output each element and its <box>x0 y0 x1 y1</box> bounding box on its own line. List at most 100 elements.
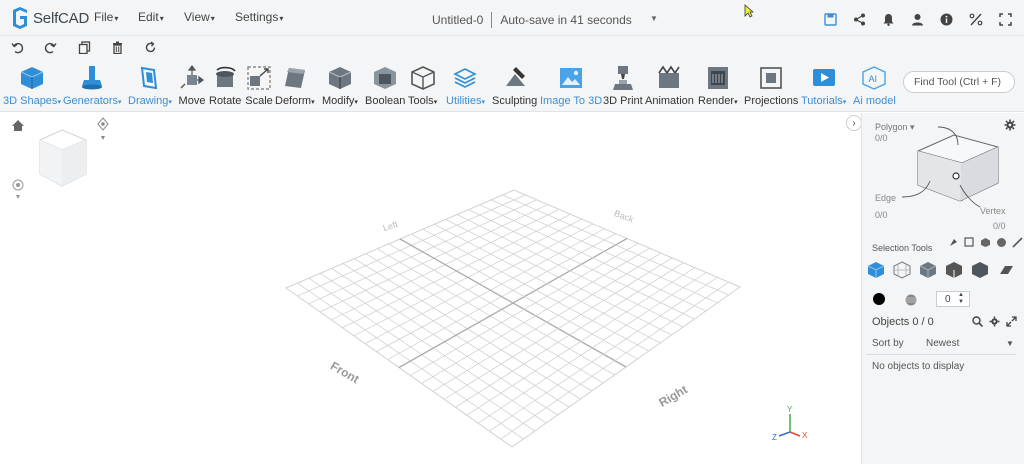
undo-icon[interactable] <box>9 39 25 55</box>
tool-scale-label: Scale <box>245 95 273 107</box>
tool-render-label: Render▾ <box>698 95 738 107</box>
camera-orbit-icon[interactable] <box>97 117 109 140</box>
selection-mode-cube[interactable] <box>898 125 1008 215</box>
title-divider <box>491 12 493 28</box>
tool-modify[interactable]: Modify▾ <box>322 64 358 110</box>
stepper-input[interactable]: 0 <box>936 291 970 307</box>
magic-select-icon[interactable] <box>1012 237 1023 248</box>
box-select-icon[interactable] <box>964 237 975 248</box>
color-dot[interactable] <box>873 293 885 305</box>
sphere-select-icon[interactable] <box>996 237 1007 248</box>
tool-generators[interactable]: Generators▾ <box>63 64 122 110</box>
grid-border <box>284 189 742 448</box>
vertex-select-icon[interactable] <box>971 261 989 279</box>
rotate-icon <box>216 66 236 87</box>
tool-tools[interactable]: Tools▾ <box>408 64 437 110</box>
mouse-cursor-icon <box>744 4 755 23</box>
search-icon[interactable] <box>972 316 983 327</box>
tool-3d-shapes[interactable]: 3D Shapes▾ <box>3 64 61 110</box>
tool-drawing-label: Drawing▾ <box>128 95 172 107</box>
autosave-dropdown-icon[interactable]: ▼ <box>650 14 658 23</box>
copy-icon[interactable] <box>76 39 92 55</box>
home-icon[interactable] <box>12 120 24 131</box>
stepper-arrows-icon[interactable]: ▲ ▼ <box>958 292 964 306</box>
paint-select-icon[interactable] <box>948 237 959 248</box>
sort-select[interactable]: Newest <box>926 338 959 349</box>
view-cube[interactable] <box>39 129 87 187</box>
chevron-down-icon: ▾ <box>159 14 164 23</box>
object-select-icon[interactable] <box>867 261 885 279</box>
menu-view-label: View <box>184 10 210 24</box>
material-sphere-icon[interactable] <box>905 293 917 311</box>
grid-label-right: Right <box>656 382 690 409</box>
tool-3d-print-label: 3D Print <box>603 95 643 107</box>
tool-sculpting[interactable]: Sculpting <box>492 64 537 110</box>
app-logo[interactable]: SelfCAD <box>10 7 89 29</box>
svg-text:AI: AI <box>869 74 878 84</box>
refresh-icon[interactable] <box>142 39 158 55</box>
image-icon <box>560 68 583 88</box>
tool-rotate[interactable]: Rotate <box>209 64 241 110</box>
tool-animation[interactable]: Animation <box>645 64 694 110</box>
menu-file[interactable]: File▾ <box>94 10 118 24</box>
empty-objects-text: No objects to display <box>872 361 965 372</box>
3d-viewport[interactable]: Left Back Front Right Y X Z <box>0 113 861 464</box>
tool-scale[interactable]: Scale <box>245 64 273 110</box>
redo-icon[interactable] <box>42 39 58 55</box>
tool-modify-label: Modify▾ <box>322 95 358 107</box>
fullscreen-icon[interactable] <box>997 11 1013 27</box>
find-tool-input[interactable]: Find Tool (Ctrl + F) <box>903 71 1015 93</box>
percent-icon[interactable] <box>968 11 984 27</box>
tool-drawing[interactable]: Drawing▾ <box>128 64 172 110</box>
edge-select-icon[interactable] <box>945 261 963 279</box>
tool-utilities-label: Utilities▾ <box>446 95 485 107</box>
gear-icon[interactable] <box>989 316 1000 327</box>
lasso-select-icon[interactable] <box>980 237 991 248</box>
tool-image-to-3d-label: Image To 3D <box>540 95 603 107</box>
objects-count: Objects 0 / 0 <box>872 316 934 328</box>
video-icon <box>812 69 835 86</box>
bell-icon[interactable] <box>880 11 896 27</box>
tool-tutorials[interactable]: Tutorials▾ <box>801 64 846 110</box>
drawing-icon <box>140 66 158 90</box>
panel-collapse-button[interactable]: › <box>846 115 862 131</box>
document-title[interactable]: Untitled-0 <box>432 13 483 27</box>
tool-3d-shapes-label: 3D Shapes▾ <box>3 95 61 107</box>
chevron-down-icon[interactable]: ▼ <box>1006 339 1014 348</box>
grid-label-left: Left <box>382 219 400 233</box>
tool-3d-print[interactable]: 3D Print <box>603 64 643 110</box>
projections-icon <box>760 67 783 89</box>
user-icon[interactable] <box>909 11 925 27</box>
tool-image-to-3d[interactable]: Image To 3D <box>540 64 602 110</box>
tool-boolean[interactable]: Boolean <box>365 64 405 110</box>
tool-move[interactable]: Move <box>178 64 206 110</box>
menu-edit[interactable]: Edit▾ <box>138 10 164 24</box>
sort-by-label: Sort by <box>872 338 904 349</box>
menu-settings[interactable]: Settings▾ <box>235 10 283 24</box>
tool-utilities[interactable]: Utilities▾ <box>446 64 485 110</box>
plane-select-icon[interactable] <box>997 261 1015 279</box>
expand-icon[interactable] <box>1006 316 1017 327</box>
tool-ai-model-label: Ai model <box>853 95 896 107</box>
share-icon[interactable] <box>851 11 867 27</box>
view-target-icon[interactable] <box>12 179 24 199</box>
tool-projections[interactable]: Projections <box>744 64 798 110</box>
tool-render[interactable]: Render▾ <box>698 64 738 110</box>
edge-count: 0/0 <box>875 210 888 220</box>
save-icon[interactable] <box>822 11 838 27</box>
viewport-canvas[interactable]: Left Back Front Right Y X Z <box>0 113 861 464</box>
delete-icon[interactable] <box>109 39 125 55</box>
face-select-icon[interactable] <box>919 261 937 279</box>
document-title-area[interactable]: Untitled-0 Auto-save in 41 seconds <box>432 12 632 28</box>
tool-deform[interactable]: Deform▾ <box>275 64 315 110</box>
tool-ai-model[interactable]: AI Ai model <box>853 64 896 110</box>
tool-move-label: Move <box>178 95 206 107</box>
axis-y-label: Y <box>787 405 793 414</box>
modify-icon <box>328 67 352 89</box>
mesh-select-icon[interactable] <box>893 261 911 279</box>
boolean-icon <box>374 67 397 89</box>
selection-modes <box>867 261 1015 279</box>
info-icon[interactable] <box>938 11 954 27</box>
menu-settings-label: Settings <box>235 10 279 24</box>
menu-view[interactable]: View▾ <box>184 10 215 24</box>
